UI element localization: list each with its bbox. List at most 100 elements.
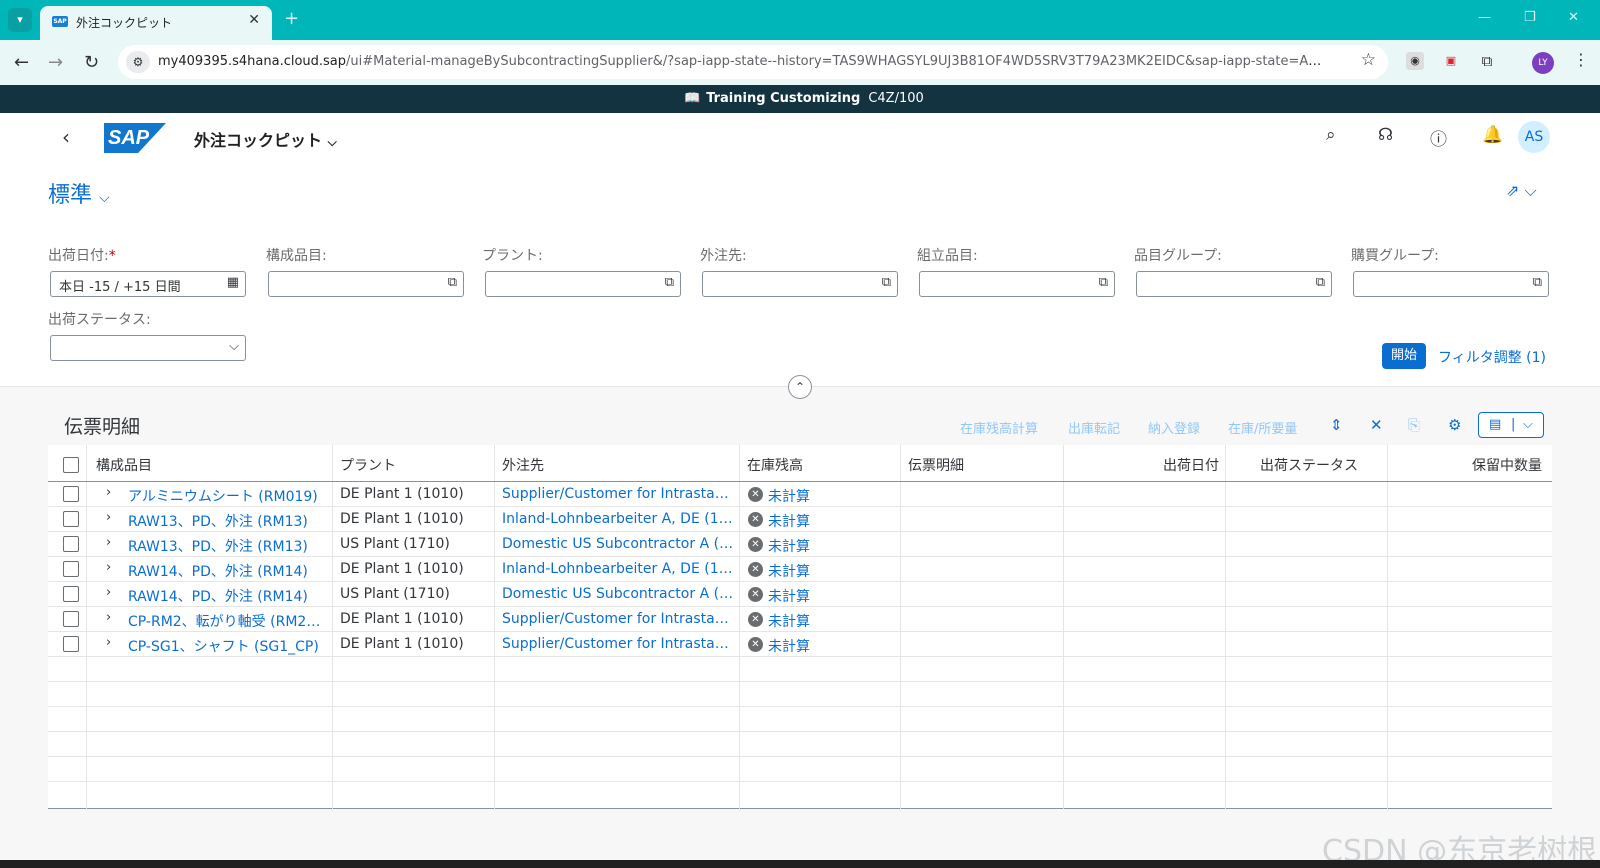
shipping-date-input[interactable]: 本日 -15 / +15 日間 ▦ (50, 271, 246, 297)
table-row[interactable]: › RAW13、PD、外注 (RM13) US Plant (1710) Dom… (48, 532, 1552, 557)
supplier-link[interactable]: Inland-Lohnbearbeiter A, DE (1030... (502, 561, 734, 577)
stock-status-link[interactable]: 未計算 (768, 536, 810, 556)
expand-row-icon[interactable]: › (106, 635, 111, 650)
column-header-supplier[interactable]: 外注先 (502, 455, 544, 475)
export-button[interactable]: ▤ | ⌵ (1478, 412, 1544, 438)
row-checkbox[interactable] (63, 636, 79, 652)
expand-row-icon[interactable]: › (106, 585, 111, 600)
column-header-shipping-status[interactable]: 出荷ステータス (1260, 455, 1358, 475)
adapt-filters-button[interactable]: フィルタ調整 (1) (1438, 347, 1546, 367)
close-tab-icon[interactable]: ✕ (248, 12, 260, 28)
column-header-stock[interactable]: 在庫残高 (747, 455, 803, 475)
value-help-icon[interactable]: ⧉ (1533, 275, 1542, 290)
supplier-link[interactable]: Supplier/Customer for Intrastat (H... (502, 636, 734, 652)
expand-row-icon[interactable]: › (106, 510, 111, 525)
row-checkbox[interactable] (63, 511, 79, 527)
component-link[interactable]: RAW14、PD、外注 (RM14) (128, 586, 326, 606)
supplier-input[interactable]: ⧉ (702, 271, 898, 297)
row-checkbox[interactable] (63, 536, 79, 552)
collapse-header-icon[interactable]: ⌃ (788, 375, 812, 399)
site-info-icon[interactable]: ⚙ (126, 51, 150, 73)
row-checkbox[interactable] (63, 586, 79, 602)
variant-selector[interactable]: 標準 ⌵ (48, 177, 110, 209)
column-header-plant[interactable]: プラント (340, 455, 396, 475)
chevron-down-icon[interactable]: ⌵ (229, 339, 239, 354)
assembly-input[interactable]: ⧉ (919, 271, 1115, 297)
material-group-input[interactable]: ⧉ (1136, 271, 1332, 297)
calc-stock-button[interactable]: 在庫残高計算 (960, 418, 1038, 437)
window-close-icon[interactable]: ✕ (1568, 10, 1579, 25)
stock-requirements-button[interactable]: 在庫/所要量 (1228, 418, 1297, 437)
search-icon[interactable]: ⌕ (1326, 125, 1336, 145)
value-help-icon[interactable]: ⧉ (882, 275, 891, 290)
go-button[interactable]: 開始 (1382, 343, 1426, 369)
stock-status-link[interactable]: 未計算 (768, 486, 810, 506)
tab-search-button[interactable]: ▾ (8, 8, 32, 32)
table-row[interactable]: › RAW14、PD、外注 (RM14) US Plant (1710) Dom… (48, 582, 1552, 607)
help-icon[interactable]: ⓘ (1430, 125, 1447, 150)
value-help-icon[interactable]: ⧉ (1099, 275, 1108, 290)
sap-logo[interactable]: SAP (104, 123, 166, 153)
expand-all-icon[interactable]: ⇕ (1330, 416, 1343, 434)
table-row[interactable]: › RAW13、PD、外注 (RM13) DE Plant 1 (1010) I… (48, 507, 1552, 532)
row-checkbox[interactable] (63, 611, 79, 627)
browser-menu-icon[interactable]: ⋮ (1573, 50, 1589, 69)
minimize-icon[interactable]: — (1478, 10, 1491, 25)
goods-issue-button[interactable]: 出庫転記 (1068, 418, 1120, 437)
column-header-component[interactable]: 構成品目 (96, 455, 152, 475)
extension-icon[interactable]: ◉ (1406, 52, 1424, 70)
stock-status-link[interactable]: 未計算 (768, 611, 810, 631)
back-icon[interactable]: ‹ (62, 125, 70, 149)
column-header-pending-qty[interactable]: 保留中数量 (1472, 455, 1542, 475)
supplier-link[interactable]: Domestic US Subcontractor A (173... (502, 536, 734, 552)
supplier-link[interactable]: Supplier/Customer for Intrastat (H... (502, 611, 734, 627)
stock-status-link[interactable]: 未計算 (768, 636, 810, 656)
table-row[interactable]: › CP-RM2、転がり軸受 (RM2_... DE Plant 1 (1010… (48, 607, 1552, 632)
value-help-icon[interactable]: ⧉ (1316, 275, 1325, 290)
stock-status-link[interactable]: 未計算 (768, 511, 810, 531)
stock-status-link[interactable]: 未計算 (768, 561, 810, 581)
address-bar[interactable]: ⚙ my409395.s4hana.cloud.sap/ui#Material-… (118, 45, 1388, 79)
expand-row-icon[interactable]: › (106, 560, 111, 575)
share-icon[interactable]: ⇗ ⌵ (1506, 181, 1537, 201)
row-checkbox[interactable] (63, 486, 79, 502)
stock-status-link[interactable]: 未計算 (768, 586, 810, 606)
bookmark-star-icon[interactable]: ☆ (1361, 50, 1376, 70)
restore-icon[interactable]: ❐ (1524, 10, 1536, 25)
expand-row-icon[interactable]: › (106, 610, 111, 625)
browser-tab[interactable]: SAP 外注コックピット ✕ (40, 6, 272, 40)
supplier-link[interactable]: Inland-Lohnbearbeiter A, DE (1030... (502, 511, 734, 527)
delivery-create-button[interactable]: 納入登録 (1148, 418, 1200, 437)
collapse-all-icon[interactable]: ✕ (1370, 416, 1383, 434)
shipping-status-select[interactable]: ⌵ (50, 335, 246, 361)
profile-avatar[interactable]: LY (1532, 52, 1554, 74)
value-help-icon[interactable]: ⧉ (665, 275, 674, 290)
purchasing-group-input[interactable]: ⧉ (1353, 271, 1549, 297)
copy-icon[interactable]: ⎘ (1408, 416, 1420, 434)
supplier-link[interactable]: Supplier/Customer for Intrastat (H... (502, 486, 734, 502)
notification-bell-icon[interactable]: 🔔 (1482, 125, 1503, 145)
user-avatar[interactable]: AS (1518, 121, 1550, 153)
component-input[interactable]: ⧉ (268, 271, 464, 297)
new-tab-icon[interactable]: + (284, 8, 299, 29)
component-link[interactable]: アルミニウムシート (RM019) (128, 486, 326, 506)
value-help-icon[interactable]: ⧉ (448, 275, 457, 290)
extensions-puzzle-icon[interactable]: ⧉ (1478, 52, 1496, 70)
component-link[interactable]: CP-RM2、転がり軸受 (RM2_... (128, 611, 326, 631)
select-all-checkbox[interactable] (63, 457, 79, 473)
table-row[interactable]: › アルミニウムシート (RM019) DE Plant 1 (1010) Su… (48, 482, 1552, 507)
calendar-icon[interactable]: ▦ (227, 275, 239, 290)
expand-row-icon[interactable]: › (106, 485, 111, 500)
component-link[interactable]: CP-SG1、シャフト (SG1_CP) (128, 636, 326, 656)
component-link[interactable]: RAW13、PD、外注 (RM13) (128, 511, 326, 531)
screenshot-extension-icon[interactable]: ▣ (1442, 52, 1460, 70)
component-link[interactable]: RAW14、PD、外注 (RM14) (128, 561, 326, 581)
url-text[interactable]: my409395.s4hana.cloud.sap/ui#Material-ma… (158, 54, 1328, 69)
forward-arrow-icon[interactable]: → (48, 52, 63, 73)
settings-gear-icon[interactable]: ⚙ (1448, 416, 1461, 434)
row-checkbox[interactable] (63, 561, 79, 577)
reload-icon[interactable]: ↻ (84, 52, 99, 73)
app-title-menu[interactable]: 外注コックピット ⌵ (194, 127, 337, 151)
plant-input[interactable]: ⧉ (485, 271, 681, 297)
component-link[interactable]: RAW13、PD、外注 (RM13) (128, 536, 326, 556)
